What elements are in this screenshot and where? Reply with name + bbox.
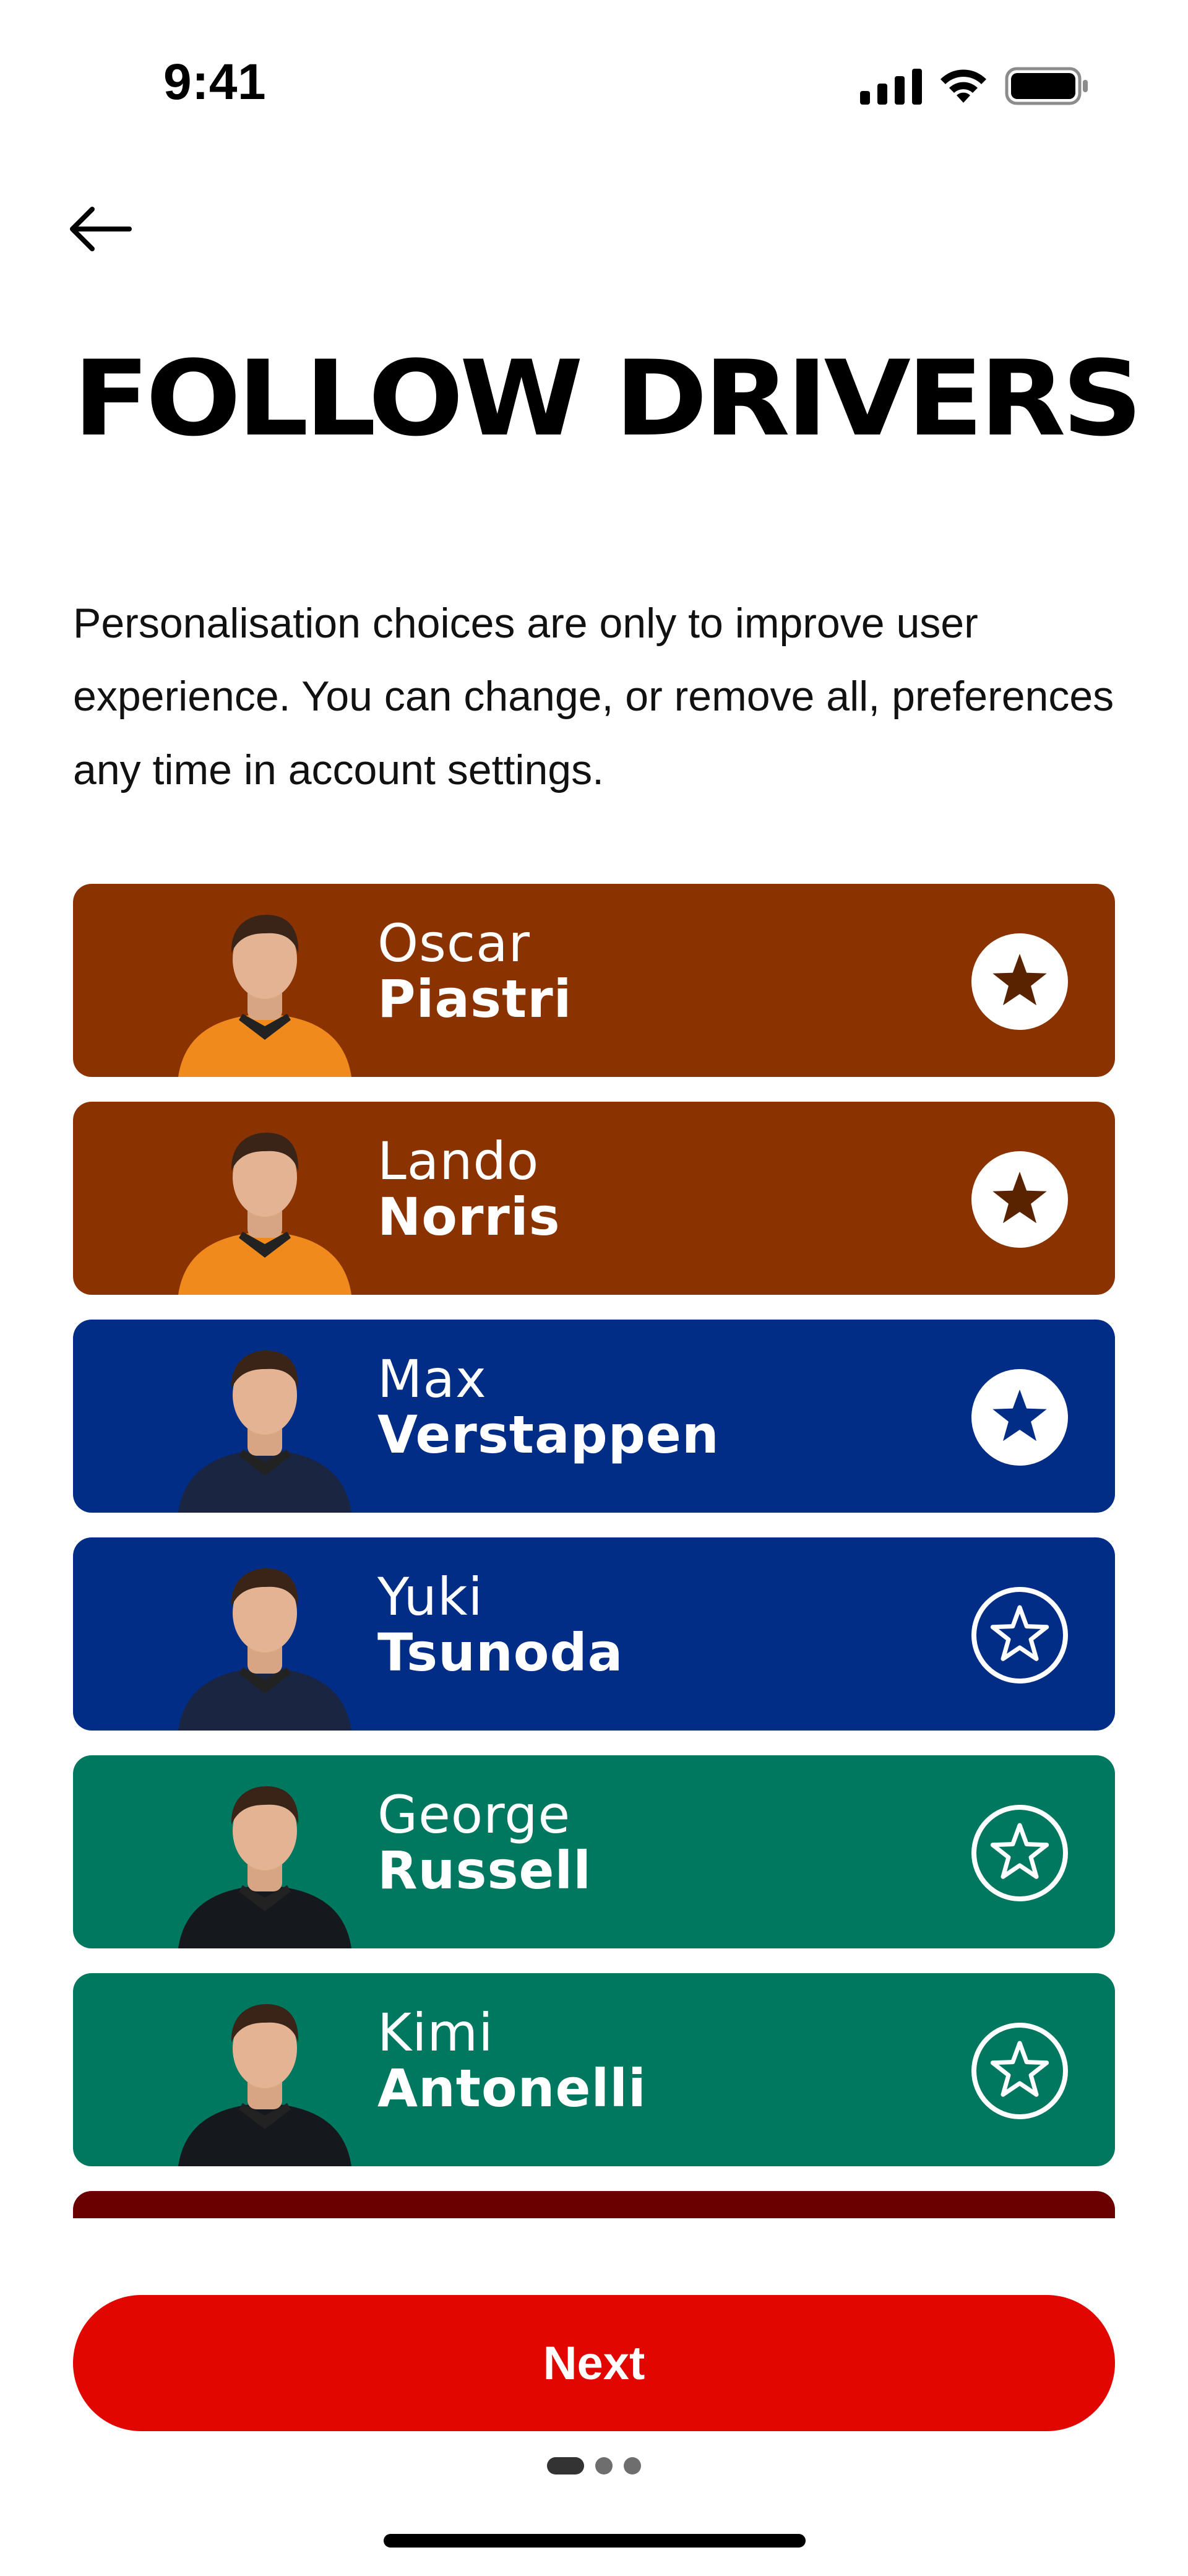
driver-portrait-icon bbox=[172, 2206, 358, 2218]
driver-card-antonelli[interactable]: Kimi Antonelli bbox=[73, 1973, 1115, 2166]
driver-card-verstappen[interactable]: Max Verstappen bbox=[73, 1320, 1115, 1513]
wifi-icon bbox=[937, 67, 990, 105]
page-dot bbox=[547, 2457, 584, 2474]
driver-card-piastri[interactable]: Oscar Piastri bbox=[73, 884, 1115, 1077]
driver-photo bbox=[172, 1117, 358, 1295]
driver-portrait-icon bbox=[178, 915, 351, 1077]
home-indicator bbox=[384, 2534, 806, 2548]
driver-photo bbox=[172, 1552, 358, 1731]
page-dot bbox=[624, 2457, 641, 2474]
driver-first-name: Max bbox=[377, 1349, 487, 1409]
driver-card-partial[interactable] bbox=[73, 2191, 1115, 2218]
driver-photo bbox=[172, 2206, 358, 2218]
favorite-toggle[interactable] bbox=[971, 1587, 1068, 1683]
driver-name: Yuki Tsunoda bbox=[377, 1570, 623, 1682]
driver-card-norris[interactable]: Lando Norris bbox=[73, 1102, 1115, 1295]
driver-name: Lando Norris bbox=[377, 1134, 561, 1246]
star-icon bbox=[988, 1602, 1052, 1669]
back-button[interactable] bbox=[62, 198, 136, 260]
driver-portrait-icon bbox=[178, 1568, 351, 1731]
star-icon bbox=[988, 1384, 1052, 1451]
driver-name: Kimi Antonelli bbox=[377, 2005, 647, 2117]
favorite-toggle[interactable] bbox=[971, 1805, 1068, 1901]
driver-first-name: Yuki bbox=[377, 1567, 483, 1627]
driver-photo bbox=[172, 1334, 358, 1513]
driver-last-name: Tsunoda bbox=[377, 1622, 624, 1683]
driver-last-name: Antonelli bbox=[377, 2058, 647, 2119]
driver-portrait-icon bbox=[178, 2004, 351, 2166]
driver-name: George Russell bbox=[377, 1787, 592, 1900]
status-time: 9:41 bbox=[163, 54, 267, 110]
page-title: FOLLOW DRIVERS bbox=[73, 338, 1143, 459]
driver-name: Max Verstappen bbox=[377, 1352, 720, 1464]
driver-first-name: George bbox=[377, 1784, 571, 1845]
arrow-left-icon bbox=[70, 207, 132, 251]
driver-last-name: Norris bbox=[377, 1186, 561, 1248]
driver-photo bbox=[172, 899, 358, 1077]
favorite-toggle[interactable] bbox=[971, 2023, 1068, 2119]
star-icon bbox=[988, 1820, 1052, 1887]
favorite-toggle[interactable] bbox=[971, 1369, 1068, 1466]
driver-list[interactable]: Oscar Piastri Lando Norris Max Verstappe… bbox=[73, 884, 1115, 2218]
driver-card-russell[interactable]: George Russell bbox=[73, 1755, 1115, 1948]
driver-last-name: Piastri bbox=[377, 969, 572, 1030]
driver-first-name: Kimi bbox=[377, 2002, 494, 2063]
driver-card-tsunoda[interactable]: Yuki Tsunoda bbox=[73, 1537, 1115, 1731]
driver-photo bbox=[172, 1988, 358, 2166]
driver-name: Oscar Piastri bbox=[377, 916, 572, 1028]
driver-last-name: Verstappen bbox=[377, 1404, 720, 1466]
next-button[interactable]: Next bbox=[73, 2295, 1115, 2431]
driver-portrait-icon bbox=[178, 1133, 351, 1295]
driver-portrait-icon bbox=[178, 1351, 351, 1513]
status-icons bbox=[860, 67, 1089, 105]
page-dot bbox=[595, 2457, 613, 2474]
star-icon bbox=[988, 2038, 1052, 2104]
intro-text: Personalisation choices are only to impr… bbox=[73, 600, 1114, 793]
driver-photo bbox=[172, 1770, 358, 1948]
driver-last-name: Russell bbox=[377, 1840, 592, 1901]
driver-first-name: Lando bbox=[377, 1131, 540, 1191]
cellular-signal-icon bbox=[860, 67, 922, 105]
star-icon bbox=[988, 948, 1052, 1015]
favorite-toggle[interactable] bbox=[971, 933, 1068, 1030]
driver-portrait-icon bbox=[178, 1786, 351, 1948]
star-icon bbox=[988, 1166, 1052, 1233]
favorite-toggle[interactable] bbox=[971, 1151, 1068, 1248]
driver-first-name: Oscar bbox=[377, 913, 531, 974]
pagination-dots bbox=[0, 2457, 1188, 2474]
battery-icon bbox=[1005, 67, 1089, 105]
